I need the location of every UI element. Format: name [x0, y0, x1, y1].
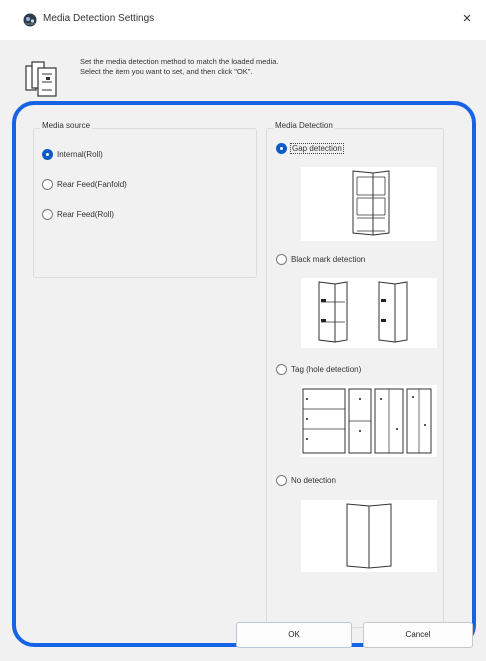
- instruction-line-2: Select the item you want to set, and the…: [80, 67, 253, 76]
- dialog-body: Set the media detection method to match …: [0, 40, 486, 661]
- cancel-button-label: Cancel: [405, 630, 431, 639]
- highlight-frame: [12, 101, 476, 647]
- close-icon: ×: [462, 10, 472, 27]
- printer-media-icon: [25, 61, 57, 97]
- cancel-button[interactable]: Cancel: [363, 622, 473, 648]
- window-title: Media Detection Settings: [43, 13, 155, 24]
- instruction-line-1: Set the media detection method to match …: [80, 57, 279, 66]
- ok-button-label: OK: [288, 630, 300, 639]
- title-bar: Media Detection Settings ×: [0, 0, 486, 40]
- app-icon: [23, 13, 37, 27]
- instruction-text: Set the media detection method to match …: [80, 57, 440, 77]
- close-button[interactable]: ×: [456, 8, 478, 30]
- ok-button[interactable]: OK: [236, 622, 352, 648]
